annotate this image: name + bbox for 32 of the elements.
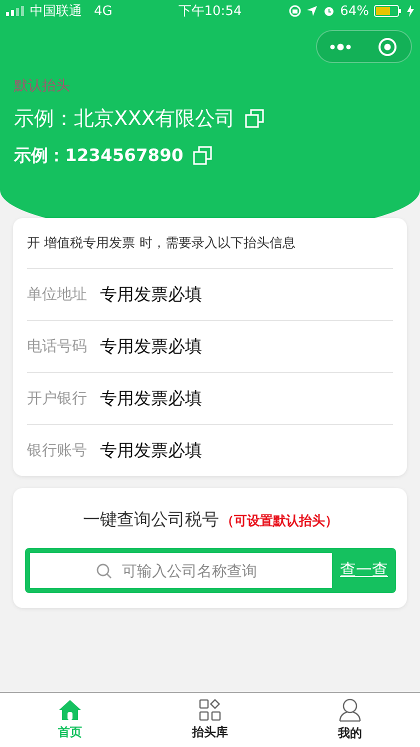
tab[interactable]: 抬头库: [140, 693, 280, 747]
default-header-note: （可设置默认抬头）: [221, 513, 338, 530]
grid-icon: [199, 699, 221, 721]
field-value[interactable]: 专用发票必填: [100, 335, 202, 358]
field-label: 单位地址: [27, 285, 88, 304]
signal-icon: [6, 6, 24, 16]
tax-number: 示例：1234567890: [14, 145, 184, 167]
clock-time: 下午10:54: [178, 3, 242, 20]
charging-icon: [407, 5, 414, 17]
carrier-name: 中国联通: [30, 3, 82, 20]
field-value[interactable]: 专用发票必填: [100, 439, 202, 462]
copy-icon[interactable]: [245, 108, 266, 128]
copy-icon[interactable]: [193, 146, 214, 166]
field-label: 电话号码: [27, 337, 88, 356]
network-type: 4G: [94, 4, 112, 18]
field-value[interactable]: 专用发票必填: [100, 387, 202, 410]
search-field[interactable]: 可输入公司名称查询: [30, 553, 332, 588]
field-value[interactable]: 专用发票必填: [100, 283, 202, 306]
battery-icon: [374, 5, 402, 17]
home-icon: [58, 699, 82, 721]
company-name: 示例：北京XXX有限公司: [14, 105, 236, 132]
field-label: 银行账号: [27, 441, 88, 460]
person-icon: [339, 698, 361, 722]
lock-icon: [289, 5, 302, 17]
location-icon: [306, 5, 318, 17]
default-header-label: 默认抬头: [14, 77, 70, 95]
field-label: 开户银行: [27, 389, 88, 408]
query-title: 一键查询公司税号: [83, 509, 219, 531]
tab[interactable]: 我的: [280, 693, 420, 747]
alarm-icon: [323, 5, 336, 17]
notice-text: 开 增值税专用发票 时，需要录入以下抬头信息: [27, 218, 393, 269]
battery-percent: 64%: [340, 4, 369, 18]
